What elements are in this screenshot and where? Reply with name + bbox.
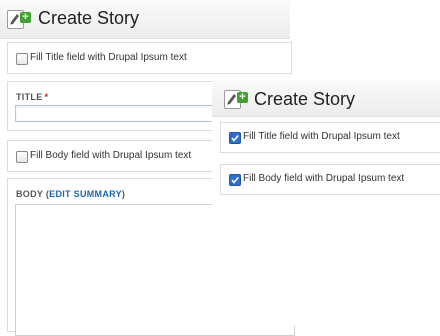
fill-title-checkbox[interactable]	[16, 53, 28, 65]
body-field-label: BODY (EDIT SUMMARY)	[16, 189, 125, 199]
edit-document-add-icon: +	[7, 9, 33, 29]
fill-body-label: Fill Body field with Drupal Ipsum text	[30, 150, 192, 161]
fill-body-checkbox[interactable]	[16, 151, 28, 163]
checkmark-icon	[231, 176, 239, 184]
fill-title-option: Fill Title field with Drupal Ipsum text	[7, 42, 292, 74]
fill-title-checkbox[interactable]	[229, 132, 241, 144]
title-field-label: TITLE *	[16, 92, 48, 102]
fill-title-option: Fill Title field with Drupal Ipsum text	[220, 122, 440, 153]
page-title: Create Story	[254, 89, 356, 109]
fill-body-checkbox[interactable]	[229, 174, 241, 186]
page-header: + Create Story	[212, 80, 440, 117]
page-header: + Create Story	[0, 0, 290, 39]
fill-title-label: Fill Title field with Drupal Ipsum text	[243, 131, 400, 142]
front-create-story-form: + Create Story Fill Title field with Dru…	[212, 80, 440, 326]
page-title: Create Story	[38, 8, 140, 28]
required-marker: *	[44, 92, 49, 102]
edit-summary-link[interactable]: EDIT SUMMARY	[49, 189, 122, 199]
fill-body-option: Fill Body field with Drupal Ipsum text	[220, 164, 440, 195]
fill-body-label: Fill Body field with Drupal Ipsum text	[243, 173, 405, 184]
edit-document-add-icon: +	[224, 89, 250, 109]
title-label-text: TITLE	[16, 92, 43, 102]
body-label-text: BODY	[16, 189, 44, 199]
checkmark-icon	[231, 134, 239, 142]
body-paren-close: )	[121, 189, 126, 199]
fill-title-label: Fill Title field with Drupal Ipsum text	[30, 52, 187, 63]
